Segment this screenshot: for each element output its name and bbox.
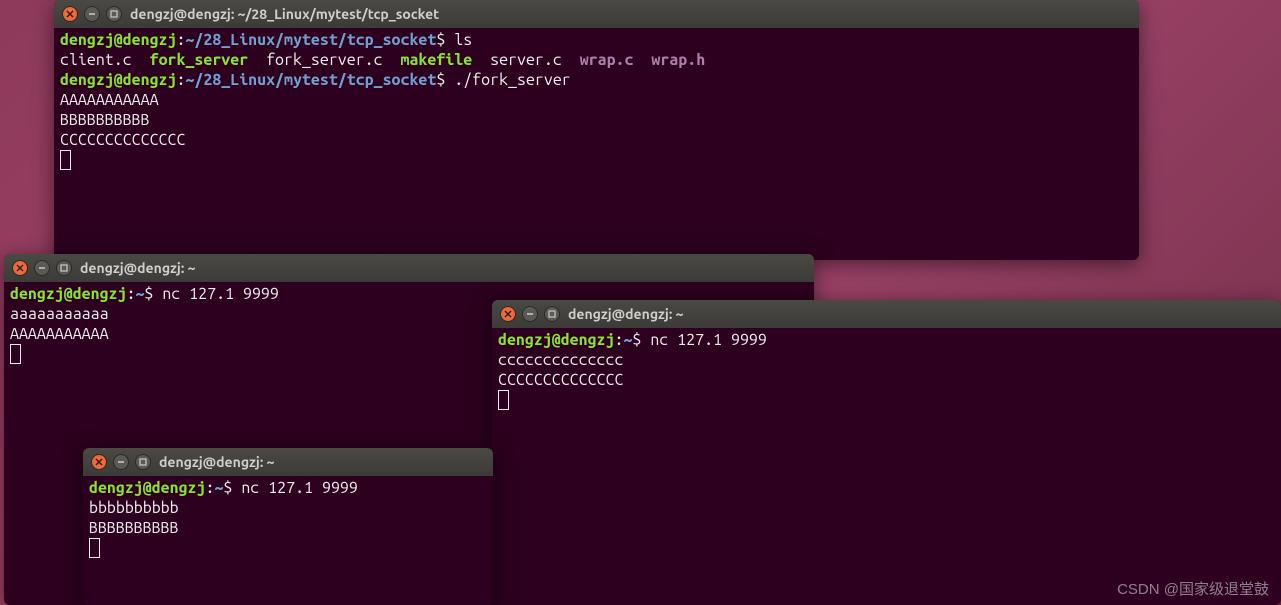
- command: nc 127.1 9999: [241, 479, 357, 497]
- window-controls: [62, 6, 122, 22]
- titlebar[interactable]: dengzj@dengzj: ~: [4, 254, 814, 282]
- output-line: AAAAAAAAAAA: [60, 91, 159, 109]
- command: ls: [454, 31, 472, 49]
- close-icon[interactable]: [500, 306, 516, 322]
- window-title: dengzj@dengzj: ~: [568, 306, 683, 322]
- window-controls: [91, 454, 151, 470]
- prompt-user: dengzj@dengzj: [60, 31, 176, 49]
- output-line: BBBBBBBBBB: [89, 519, 179, 537]
- ls-file: makefile: [401, 51, 473, 69]
- command: nc 127.1 9999: [650, 331, 766, 349]
- ls-file: fork_server.c: [266, 51, 382, 69]
- prompt-path: ~/28_Linux/mytest/tcp_socket: [185, 31, 436, 49]
- minimize-icon[interactable]: [113, 454, 129, 470]
- ls-file: server.c: [490, 51, 562, 69]
- terminal-client-c[interactable]: dengzj@dengzj: ~ dengzj@dengzj:~$ nc 127…: [492, 300, 1281, 605]
- prompt-user: dengzj@dengzj: [498, 331, 614, 349]
- window-title: dengzj@dengzj: ~: [80, 260, 195, 276]
- window-title: dengzj@dengzj: ~: [159, 454, 274, 470]
- prompt-user: dengzj@dengzj: [10, 285, 126, 303]
- close-icon[interactable]: [91, 454, 107, 470]
- prompt-user: dengzj@dengzj: [89, 479, 205, 497]
- terminal-client-b[interactable]: dengzj@dengzj: ~ dengzj@dengzj:~$ nc 127…: [83, 448, 493, 605]
- output-line: bbbbbbbbbb: [89, 499, 179, 517]
- maximize-icon[interactable]: [56, 260, 72, 276]
- close-icon[interactable]: [62, 6, 78, 22]
- prompt-path: ~/28_Linux/mytest/tcp_socket: [185, 71, 436, 89]
- window-controls: [500, 306, 560, 322]
- terminal-output[interactable]: dengzj@dengzj:~$ nc 127.1 9999 ccccccccc…: [492, 328, 1281, 605]
- titlebar[interactable]: dengzj@dengzj: ~: [492, 300, 1281, 328]
- maximize-icon[interactable]: [106, 6, 122, 22]
- output-line: AAAAAAAAAAA: [10, 325, 109, 343]
- ls-file: wrap.h: [651, 51, 705, 69]
- output-line: cccccccccccccc: [498, 351, 623, 369]
- command: ./fork_server: [454, 71, 570, 89]
- ls-file: fork_server: [150, 51, 249, 69]
- cursor-icon: [60, 150, 71, 170]
- ls-file: wrap.c: [580, 51, 634, 69]
- maximize-icon[interactable]: [135, 454, 151, 470]
- output-line: aaaaaaaaaaa: [10, 305, 109, 323]
- ls-file: client.c: [60, 51, 132, 69]
- minimize-icon[interactable]: [34, 260, 50, 276]
- window-controls: [12, 260, 72, 276]
- terminal-server[interactable]: dengzj@dengzj: ~/28_Linux/mytest/tcp_soc…: [54, 0, 1139, 260]
- command: nc 127.1 9999: [162, 285, 278, 303]
- terminal-output[interactable]: dengzj@dengzj:~$ nc 127.1 9999 bbbbbbbbb…: [83, 476, 493, 605]
- output-line: CCCCCCCCCCCCCC: [60, 131, 185, 149]
- minimize-icon[interactable]: [522, 306, 538, 322]
- titlebar[interactable]: dengzj@dengzj: ~/28_Linux/mytest/tcp_soc…: [54, 0, 1139, 28]
- output-line: BBBBBBBBBB: [60, 111, 150, 129]
- window-title: dengzj@dengzj: ~/28_Linux/mytest/tcp_soc…: [130, 6, 439, 22]
- prompt-user: dengzj@dengzj: [60, 71, 176, 89]
- terminal-output[interactable]: dengzj@dengzj:~/28_Linux/mytest/tcp_sock…: [54, 28, 1139, 260]
- cursor-icon: [89, 538, 100, 558]
- close-icon[interactable]: [12, 260, 28, 276]
- titlebar[interactable]: dengzj@dengzj: ~: [83, 448, 493, 476]
- cursor-icon: [10, 344, 21, 364]
- output-line: CCCCCCCCCCCCCC: [498, 371, 623, 389]
- maximize-icon[interactable]: [544, 306, 560, 322]
- minimize-icon[interactable]: [84, 6, 100, 22]
- cursor-icon: [498, 390, 509, 410]
